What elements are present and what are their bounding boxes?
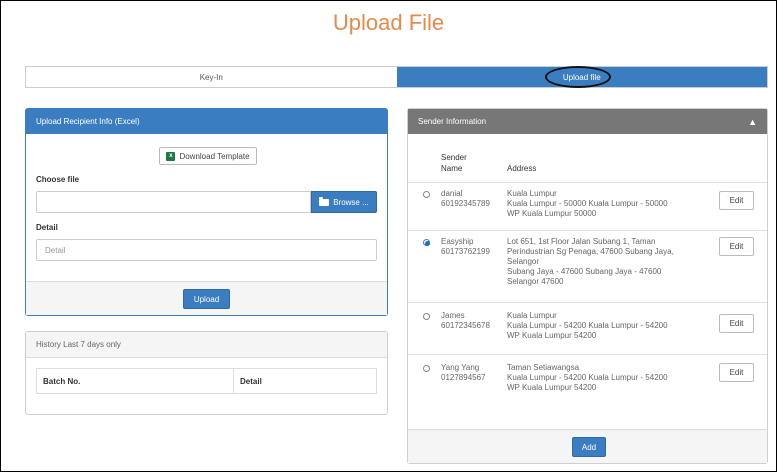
- detail-label: Detail: [36, 223, 58, 232]
- detail-placeholder: Detail: [45, 245, 66, 255]
- highlight-ellipse: [544, 66, 611, 88]
- column-header-sender-line1: Sender: [441, 153, 467, 162]
- sender-address: Taman Setiawangsa Kuala Lumpur - 54200 K…: [507, 363, 668, 393]
- sender-name: danial: [441, 189, 463, 198]
- sender-phone: 60192345789: [441, 199, 490, 208]
- upload-panel-header: Upload Recipient Info (Excel): [26, 109, 387, 134]
- address-line: Kuala Lumpur: [507, 189, 557, 198]
- edit-button[interactable]: Edit: [719, 237, 754, 256]
- sender-address: Lot 651, 1st Floor Jalan Subang 1, Taman…: [507, 237, 674, 287]
- address-line: WP Kuala Lumpur 54200: [507, 383, 597, 392]
- address-line: Kuala Lumpur - 54200 Kuala Lumpur - 5420…: [507, 373, 668, 382]
- download-template-button[interactable]: x Download Template: [159, 147, 257, 165]
- mode-tabs: Key-In Upload file: [25, 66, 768, 88]
- sender-panel-title: Sender Information: [418, 117, 487, 126]
- address-line: Kuala Lumpur - 54200 Kuala Lumpur - 5420…: [507, 321, 668, 330]
- address-line: Subang Jaya - 47600 Subang Jaya - 47600: [507, 267, 662, 276]
- sender-phone: 60172345678: [441, 321, 490, 330]
- browse-button[interactable]: Browse ...: [311, 191, 377, 213]
- excel-icon: x: [166, 151, 176, 161]
- sender-information-panel: Sender Information ▲ Sender Name Address…: [407, 108, 768, 464]
- tab-upload-file[interactable]: Upload file: [396, 66, 767, 88]
- choose-file-label: Choose file: [36, 175, 80, 184]
- upload-button[interactable]: Upload: [183, 289, 230, 309]
- address-line: Lot 651, 1st Floor Jalan Subang 1, Taman: [507, 237, 656, 246]
- download-template-label: Download Template: [179, 151, 250, 161]
- chevron-up-icon[interactable]: ▲: [748, 117, 757, 127]
- edit-button[interactable]: Edit: [719, 191, 754, 210]
- sender-row: James 60172345678 Kuala Lumpur Kuala Lum…: [408, 302, 767, 354]
- history-table-header-row: Batch No. Detail: [36, 368, 377, 394]
- column-header-address: Address: [507, 164, 537, 173]
- address-line: Kuala Lumpur: [507, 311, 557, 320]
- column-header-sender-line2: Name: [441, 164, 463, 173]
- page-title: Upload File: [332, 10, 445, 35]
- history-table: Batch No. Detail: [36, 368, 377, 394]
- sender-name-cell: James 60172345678: [441, 311, 490, 331]
- history-panel: History Last 7 days only Batch No. Detai…: [25, 331, 388, 415]
- column-header-sender-name: Sender Name: [441, 152, 467, 174]
- sender-name-cell: danial 60192345789: [441, 189, 490, 209]
- address-line: Taman Setiawangsa: [507, 363, 580, 372]
- column-header-detail: Detail: [233, 368, 377, 394]
- sender-row: danial 60192345789 Kuala Lumpur Kuala Lu…: [408, 182, 767, 230]
- history-panel-header: History Last 7 days only: [26, 332, 387, 358]
- sender-name: Yang Yang: [441, 363, 480, 372]
- sender-radio[interactable]: [423, 313, 430, 320]
- sender-address: Kuala Lumpur Kuala Lumpur - 50000 Kuala …: [507, 189, 668, 219]
- sender-phone: 60173762199: [441, 247, 490, 256]
- sender-row: Yang Yang 0127894567 Taman Setiawangsa K…: [408, 354, 767, 404]
- address-line: Selangor: [507, 257, 540, 266]
- address-line: WP Kuala Lumpur 54200: [507, 331, 597, 340]
- sender-name-cell: Easyship 60173762199: [441, 237, 490, 257]
- folder-open-icon: [319, 196, 330, 206]
- sender-name: James: [441, 311, 465, 320]
- address-line: Perindustrian Sg Penaga, 47600 Subang Ja…: [507, 247, 674, 256]
- address-line: WP Kuala Lumpur 50000: [507, 209, 597, 218]
- tab-key-in[interactable]: Key-In: [26, 67, 397, 87]
- file-path-input[interactable]: [36, 191, 311, 213]
- detail-input[interactable]: Detail: [36, 239, 377, 261]
- upload-recipient-panel: Upload Recipient Info (Excel) x Download…: [25, 108, 388, 316]
- browse-label: Browse ...: [333, 197, 369, 207]
- sender-panel-header[interactable]: Sender Information ▲: [408, 109, 767, 134]
- sender-row: Easyship 60173762199 Lot 651, 1st Floor …: [408, 230, 767, 302]
- address-line: Selangor 47600: [507, 277, 564, 286]
- sender-radio-selected[interactable]: [423, 239, 430, 246]
- add-sender-button[interactable]: Add: [572, 437, 606, 457]
- sender-radio[interactable]: [423, 365, 430, 372]
- sender-phone: 0127894567: [441, 373, 486, 382]
- sender-radio[interactable]: [423, 191, 430, 198]
- sender-name-cell: Yang Yang 0127894567: [441, 363, 486, 383]
- address-line: Kuala Lumpur - 50000 Kuala Lumpur - 5000…: [507, 199, 668, 208]
- sender-address: Kuala Lumpur Kuala Lumpur - 54200 Kuala …: [507, 311, 668, 341]
- edit-button[interactable]: Edit: [719, 314, 754, 333]
- column-header-batch-no: Batch No.: [36, 368, 234, 394]
- sender-name: Easyship: [441, 237, 474, 246]
- edit-button[interactable]: Edit: [719, 363, 754, 382]
